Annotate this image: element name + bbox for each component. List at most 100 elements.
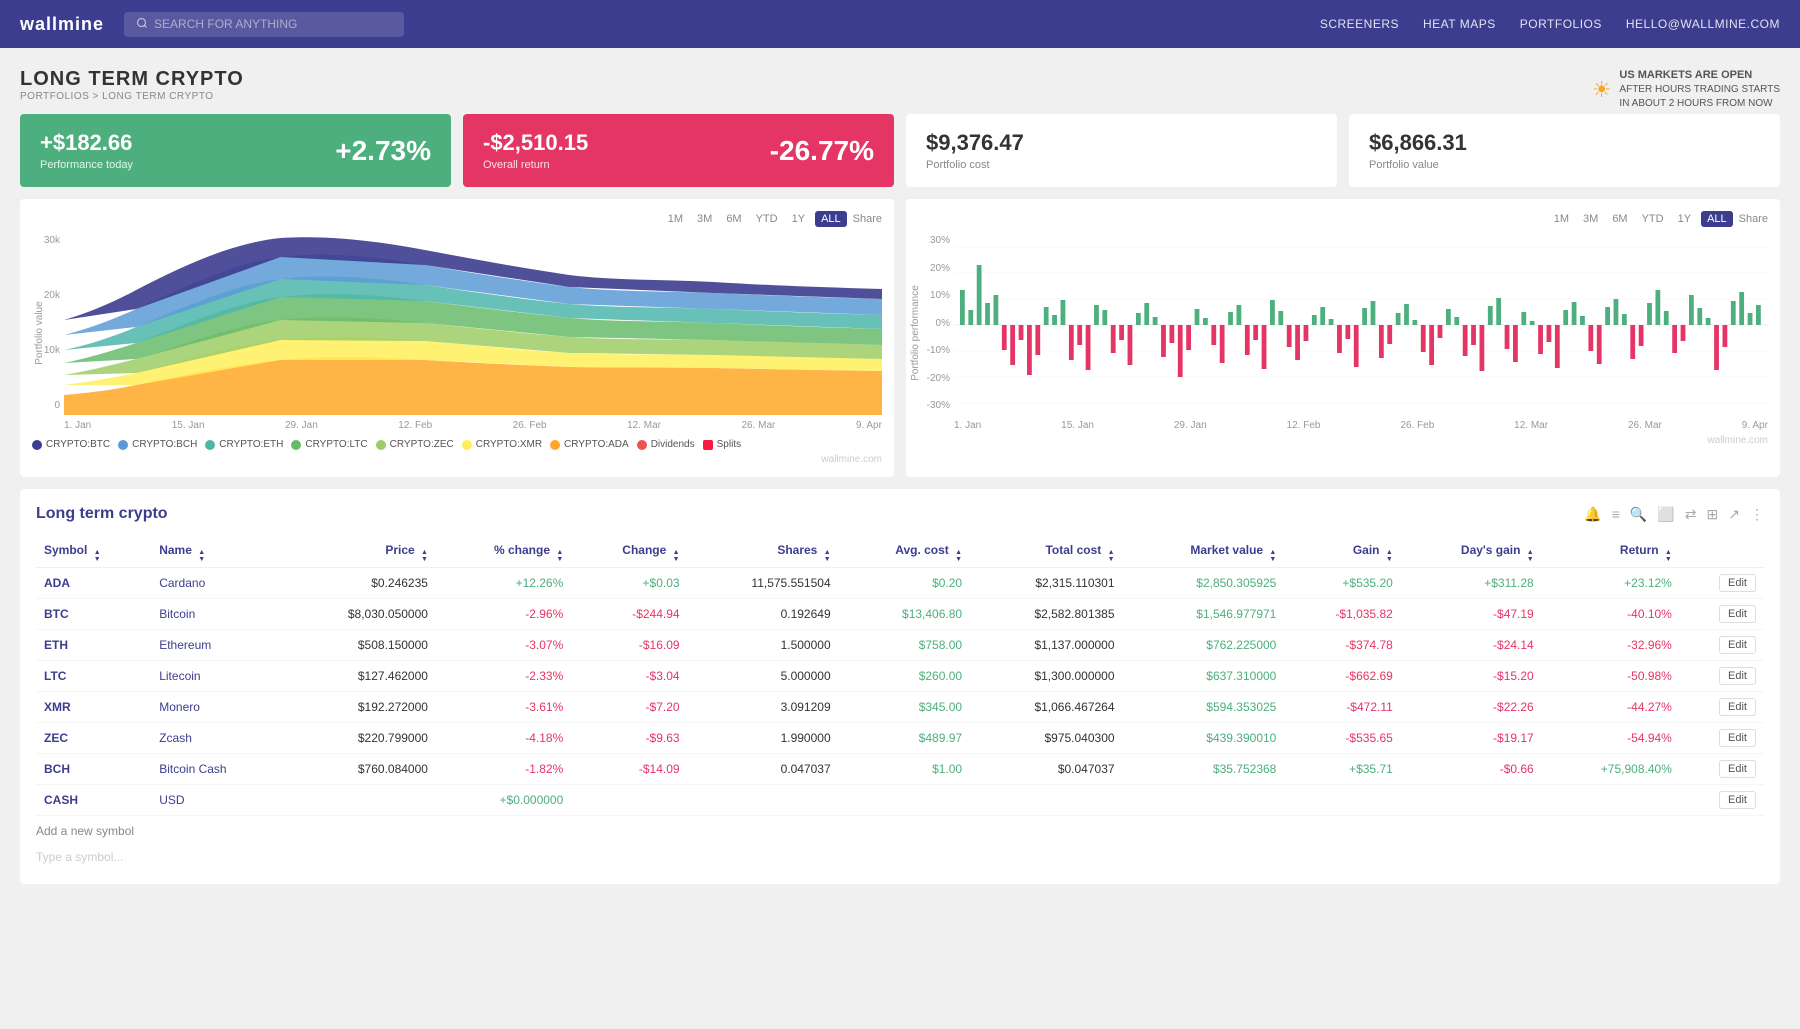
col-name[interactable]: Name ▲▼ (151, 539, 283, 568)
search-table-icon[interactable]: 🔍 (1630, 506, 1647, 523)
portfolio-value-label: Portfolio value (1369, 159, 1760, 171)
cell-change: -$3.04 (571, 661, 687, 692)
btn-1m-left[interactable]: 1M (664, 211, 687, 227)
cell-gain: +$535.20 (1284, 568, 1400, 599)
edit-button[interactable]: Edit (1719, 605, 1756, 623)
cell-gain: -$535.65 (1284, 723, 1400, 754)
edit-button[interactable]: Edit (1719, 698, 1756, 716)
edit-button[interactable]: Edit (1719, 729, 1756, 747)
charts-row: 1M 3M 6M YTD 1Y ALL Share 30k 20k 10k 0 … (20, 199, 1780, 477)
col-total-cost[interactable]: Total cost ▲▼ (970, 539, 1122, 568)
bell-icon[interactable]: 🔔 (1584, 506, 1601, 523)
share-btn-left[interactable]: Share (853, 213, 882, 225)
cell-shares: 0.047037 (688, 754, 839, 785)
cell-edit[interactable]: Edit (1680, 568, 1764, 599)
btn-3m-left[interactable]: 3M (693, 211, 716, 227)
portfolio-cost-label: Portfolio cost (926, 159, 1317, 171)
type-symbol-placeholder[interactable]: Type a symbol... (36, 846, 1764, 868)
cell-change: -$244.94 (571, 599, 687, 630)
more-icon[interactable]: ⋮ (1750, 506, 1764, 523)
btn-1m-right[interactable]: 1M (1550, 211, 1573, 227)
legend-ada: CRYPTO:ADA (550, 439, 629, 450)
col-days-gain[interactable]: Day's gain ▲▼ (1401, 539, 1542, 568)
cell-gain: +$35.71 (1284, 754, 1400, 785)
col-symbol[interactable]: Symbol ▲▼ (36, 539, 151, 568)
cell-name: USD (151, 785, 283, 816)
market-status-text: US MARKETS ARE OPEN AFTER HOURS TRADING … (1619, 68, 1780, 111)
cell-name: Bitcoin (151, 599, 283, 630)
cell-pct-change: -2.33% (436, 661, 571, 692)
watermark-left: wallmine.com (32, 454, 882, 465)
col-avg-cost[interactable]: Avg. cost ▲▼ (839, 539, 970, 568)
share-table-icon[interactable]: ↗ (1728, 506, 1740, 523)
edit-button[interactable]: Edit (1719, 574, 1756, 592)
btn-all-left[interactable]: ALL (815, 211, 847, 227)
table-row: ZEC Zcash $220.799000 -4.18% -$9.63 1.99… (36, 723, 1764, 754)
btn-6m-right[interactable]: 6M (1608, 211, 1631, 227)
edit-button[interactable]: Edit (1719, 760, 1756, 778)
cell-name: Cardano (151, 568, 283, 599)
cell-avg-cost: $345.00 (839, 692, 970, 723)
cell-total-cost (970, 785, 1122, 816)
cell-pct-change: -2.96% (436, 599, 571, 630)
col-price[interactable]: Price ▲▼ (284, 539, 436, 568)
share-btn-right[interactable]: Share (1739, 213, 1768, 225)
edit-button[interactable]: Edit (1719, 636, 1756, 654)
btn-ytd-left[interactable]: YTD (752, 211, 782, 227)
filter-icon[interactable]: ≡ (1612, 506, 1620, 522)
col-market-value[interactable]: Market value ▲▼ (1123, 539, 1285, 568)
edit-button[interactable]: Edit (1719, 791, 1756, 809)
col-shares[interactable]: Shares ▲▼ (688, 539, 839, 568)
cell-edit[interactable]: Edit (1680, 785, 1764, 816)
cell-market-value: $594.353025 (1123, 692, 1285, 723)
cell-total-cost: $2,582.801385 (970, 599, 1122, 630)
cell-shares: 1.990000 (688, 723, 839, 754)
y-axis-label-right: Portfolio performance (910, 285, 921, 381)
nav-screeners[interactable]: SCREENERS (1320, 17, 1399, 31)
col-change[interactable]: Change ▲▼ (571, 539, 687, 568)
col-gain[interactable]: Gain ▲▼ (1284, 539, 1400, 568)
btn-6m-left[interactable]: 6M (722, 211, 745, 227)
cell-total-cost: $1,137.000000 (970, 630, 1122, 661)
col-pct-change[interactable]: % change ▲▼ (436, 539, 571, 568)
cell-edit[interactable]: Edit (1680, 630, 1764, 661)
breadcrumb-area: LONG TERM CRYPTO PORTFOLIOS > LONG TERM … (20, 68, 244, 102)
performance-pct: +2.73% (335, 135, 431, 167)
cell-shares: 5.000000 (688, 661, 839, 692)
cell-shares: 3.091209 (688, 692, 839, 723)
cell-avg-cost: $758.00 (839, 630, 970, 661)
cell-edit[interactable]: Edit (1680, 661, 1764, 692)
cell-return: -40.10% (1542, 599, 1680, 630)
btn-1y-left[interactable]: 1Y (788, 211, 809, 227)
table-row: BCH Bitcoin Cash $760.084000 -1.82% -$14… (36, 754, 1764, 785)
overall-pct: -26.77% (770, 135, 874, 167)
cell-edit[interactable]: Edit (1680, 723, 1764, 754)
search-input[interactable] (154, 17, 392, 31)
grid-icon[interactable]: ⊞ (1707, 506, 1719, 523)
nav-account[interactable]: HELLO@WALLMINE.COM (1626, 17, 1780, 31)
edit-button[interactable]: Edit (1719, 667, 1756, 685)
table-toolbar: 🔔 ≡ 🔍 ⬜ ⇄ ⊞ ↗ ⋮ (1584, 506, 1764, 523)
cell-edit[interactable]: Edit (1680, 754, 1764, 785)
cell-price: $760.084000 (284, 754, 436, 785)
legend-ltc: CRYPTO:LTC (291, 439, 367, 450)
cell-symbol: ADA (36, 568, 151, 599)
col-return[interactable]: Return ▲▼ (1542, 539, 1680, 568)
nav-heat-maps[interactable]: HEAT MAPS (1423, 17, 1496, 31)
arrows-icon[interactable]: ⇄ (1685, 506, 1697, 523)
cell-gain (1284, 785, 1400, 816)
btn-3m-right[interactable]: 3M (1579, 211, 1602, 227)
btn-all-right[interactable]: ALL (1701, 211, 1733, 227)
table-header-row: Long term crypto 🔔 ≡ 🔍 ⬜ ⇄ ⊞ ↗ ⋮ (36, 505, 1764, 523)
cell-change: -$9.63 (571, 723, 687, 754)
cell-edit[interactable]: Edit (1680, 692, 1764, 723)
cell-name: Monero (151, 692, 283, 723)
table-row: XMR Monero $192.272000 -3.61% -$7.20 3.0… (36, 692, 1764, 723)
nav-portfolios[interactable]: PORTFOLIOS (1520, 17, 1602, 31)
search-bar[interactable] (124, 12, 404, 37)
cell-edit[interactable]: Edit (1680, 599, 1764, 630)
btn-1y-right[interactable]: 1Y (1674, 211, 1695, 227)
expand-icon[interactable]: ⬜ (1657, 506, 1674, 523)
btn-ytd-right[interactable]: YTD (1638, 211, 1668, 227)
cell-price (284, 785, 436, 816)
